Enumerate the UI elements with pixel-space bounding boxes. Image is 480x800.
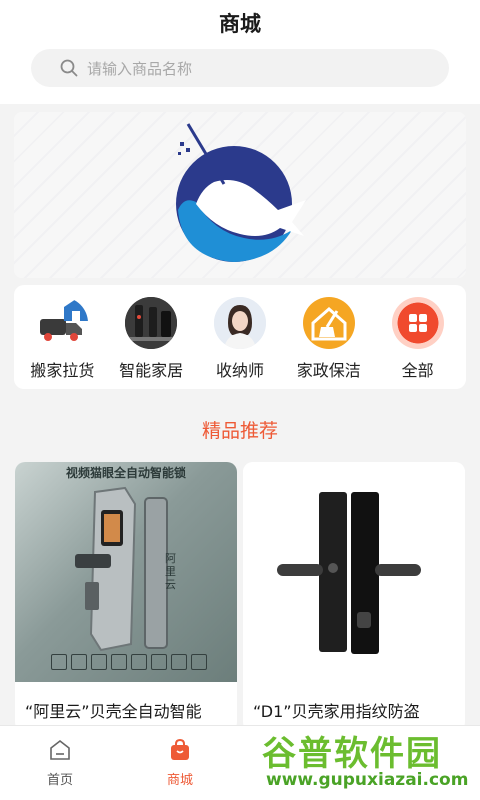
- product-image: 视频猫眼全自动智能锁 阿里云: [15, 462, 237, 682]
- door-lock-illustration: [277, 492, 421, 654]
- brand-logo-icon: [176, 123, 306, 262]
- category-cleaning[interactable]: 家政保洁: [285, 285, 373, 389]
- tab-shop[interactable]: 商城: [140, 738, 220, 788]
- category-label: 全部: [401, 361, 434, 380]
- cleaning-broom-icon: [302, 297, 355, 349]
- search-bar[interactable]: 请输入商品名称: [31, 49, 449, 87]
- category-moving[interactable]: 搬家拉货: [18, 285, 106, 389]
- tab-home[interactable]: 首页: [20, 738, 100, 788]
- watermark-title: 谷普软件园: [262, 734, 442, 774]
- category-grid: 搬家拉货 智能家居 收纳师 家政保洁 全部: [14, 285, 466, 389]
- category-smart-home[interactable]: 智能家居: [107, 285, 195, 389]
- watermark: 谷普软件园 www.gupuxiazai.com: [262, 726, 478, 796]
- category-label: 搬家拉货: [30, 361, 95, 380]
- category-label: 智能家居: [119, 361, 184, 380]
- home-icon: [50, 739, 70, 760]
- product-image-side-text: 阿里云: [165, 552, 176, 591]
- product-name: “阿里云”贝壳全自动智能: [25, 702, 202, 721]
- smart-lock-image: [125, 297, 178, 349]
- product-name: “D1”贝壳家用指纹防盗: [253, 702, 420, 721]
- all-grid-icon: [391, 297, 444, 349]
- product-card[interactable]: 视频猫眼全自动智能锁 阿里云 “阿里云”贝壳全自动智能: [15, 462, 237, 732]
- search-icon: [60, 59, 78, 77]
- search-placeholder: 请输入商品名称: [87, 59, 193, 78]
- feature-icons-row: [51, 654, 207, 670]
- tab-label: 首页: [46, 773, 73, 788]
- smart-lock-illustration: [75, 486, 168, 652]
- category-label: 收纳师: [215, 361, 264, 380]
- category-label: 家政保洁: [296, 361, 361, 380]
- page-title: 商城: [219, 12, 261, 36]
- product-image-heading: 视频猫眼全自动智能锁: [65, 466, 186, 480]
- shopping-bag-icon: [171, 738, 189, 760]
- product-card[interactable]: “D1”贝壳家用指纹防盗: [243, 462, 465, 732]
- moving-truck-icon: [36, 297, 89, 349]
- tab-label: 商城: [166, 773, 193, 788]
- watermark-url: www.gupuxiazai.com: [266, 770, 469, 790]
- header-area: 商城 请输入商品名称: [0, 0, 480, 104]
- organizer-avatar: [213, 297, 266, 349]
- category-all[interactable]: 全部: [374, 285, 462, 389]
- banner[interactable]: [14, 112, 466, 278]
- product-image: [243, 462, 465, 682]
- category-organizer[interactable]: 收纳师: [196, 285, 284, 389]
- section-title: 精品推荐: [201, 420, 278, 442]
